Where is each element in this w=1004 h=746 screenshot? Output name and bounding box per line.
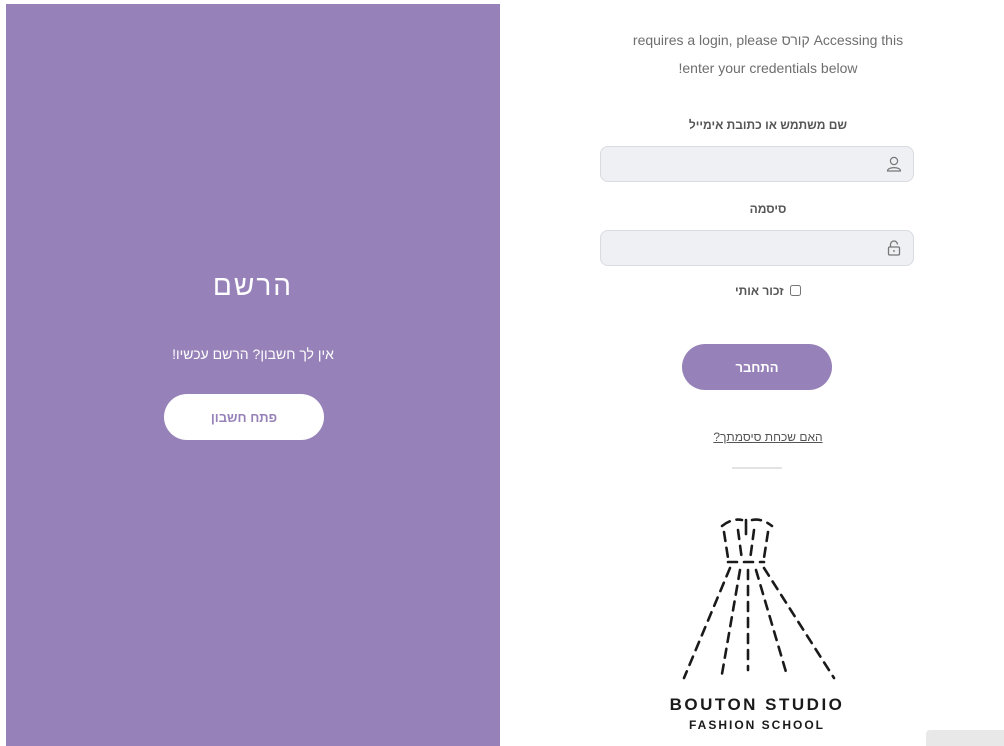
logo-subtitle: FASHION SCHOOL <box>688 718 825 732</box>
register-title: הרשם <box>212 270 294 301</box>
lock-icon <box>887 240 901 256</box>
login-form: requires a login, please קורס Accessing … <box>560 0 976 746</box>
password-input[interactable] <box>611 237 875 261</box>
password-field-wrapper[interactable] <box>600 230 914 266</box>
register-panel: הרשם אין לך חשבון? הרשם עכשיו! פתח חשבון <box>6 4 500 746</box>
divider <box>732 467 782 469</box>
logo: BOUTON STUDIO FASHION SCHOOL <box>662 512 852 742</box>
dress-outline-icon <box>682 518 836 680</box>
login-intro-text: requires a login, please קורס Accessing … <box>632 32 904 48</box>
login-intro-text-2: !enter your credentials below <box>678 60 858 76</box>
remember-me-label[interactable]: זכור אותי <box>735 284 784 298</box>
username-label: שם משתמש או כתובת אימייל <box>688 118 848 132</box>
corner-widget[interactable] <box>926 730 1004 746</box>
username-input[interactable] <box>611 153 875 177</box>
open-account-button[interactable]: פתח חשבון <box>164 394 324 440</box>
logo-title: BOUTON STUDIO <box>669 695 845 714</box>
remember-me-row: זכור אותי <box>560 284 976 298</box>
user-icon <box>886 156 902 172</box>
forgot-password-link[interactable]: האם שכחת סיסמתך? <box>560 430 976 444</box>
username-field-wrapper[interactable] <box>600 146 914 182</box>
login-button[interactable]: התחבר <box>682 344 832 390</box>
register-subtitle: אין לך חשבון? הרשם עכשיו! <box>172 346 334 362</box>
password-label: סיסמה <box>749 202 787 216</box>
remember-me-checkbox[interactable] <box>790 285 802 296</box>
login-page: הרשם אין לך חשבון? הרשם עכשיו! פתח חשבון… <box>0 0 1004 746</box>
